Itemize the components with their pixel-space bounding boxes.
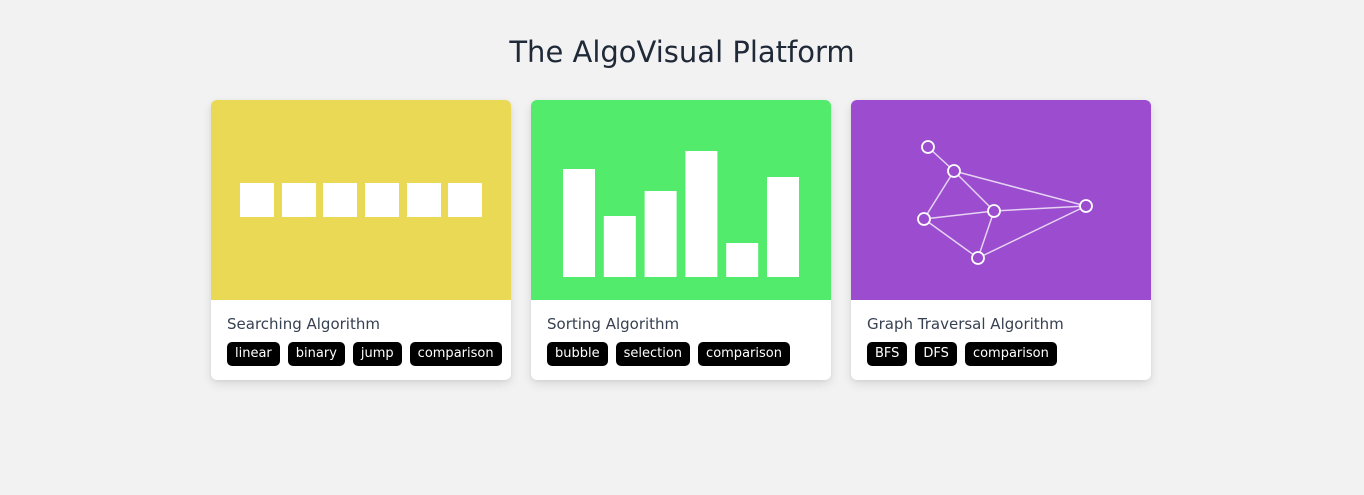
node-graph-graphic	[917, 140, 1093, 265]
graph-edge	[953, 170, 1087, 207]
array-box	[240, 183, 274, 217]
sort-bar	[644, 191, 677, 277]
card-title: Searching Algorithm	[227, 315, 380, 333]
tag-list: bubble selection comparison	[547, 342, 815, 366]
tag-linear[interactable]: linear	[227, 342, 280, 366]
algorithm-cards: Searching Algorithm linear binary jump c…	[211, 100, 1151, 380]
graph-node	[917, 212, 931, 226]
graph-edge	[923, 170, 955, 220]
tag-jump[interactable]: jump	[352, 342, 402, 366]
sort-bar	[685, 151, 718, 277]
sort-bar	[563, 169, 595, 277]
array-box	[365, 183, 399, 217]
page-title: The AlgoVisual Platform	[509, 35, 855, 69]
graph-edge	[923, 210, 995, 220]
card-sorting[interactable]: Sorting Algorithm bubble selection compa…	[531, 100, 831, 380]
card-searching[interactable]: Searching Algorithm linear binary jump c…	[211, 100, 511, 380]
array-box	[407, 183, 441, 217]
tag-comparison[interactable]: comparison	[964, 342, 1057, 366]
tag-selection[interactable]: selection	[615, 342, 691, 366]
card-graph-traversal[interactable]: Graph Traversal Algorithm BFS DFS compar…	[851, 100, 1151, 380]
sort-bar	[726, 243, 759, 277]
sort-bar	[767, 177, 799, 277]
bar-graph-graphic	[563, 151, 799, 277]
sorting-illustration	[531, 100, 831, 300]
graph-node	[947, 164, 961, 178]
tag-comparison[interactable]: comparison	[409, 342, 502, 366]
graph-node	[1079, 199, 1093, 213]
searching-illustration	[211, 100, 511, 300]
array-boxes-graphic	[240, 183, 482, 217]
graph-edge	[993, 205, 1087, 212]
tag-dfs[interactable]: DFS	[915, 342, 957, 366]
array-box	[282, 183, 316, 217]
graph-edge	[923, 218, 979, 259]
tag-bfs[interactable]: BFS	[867, 342, 908, 366]
tag-list: linear binary jump comparison	[227, 342, 502, 366]
tag-bubble[interactable]: bubble	[547, 342, 608, 366]
tag-list: BFS DFS comparison	[867, 342, 1135, 366]
card-title: Graph Traversal Algorithm	[867, 315, 1064, 333]
graph-node	[987, 204, 1001, 218]
tag-comparison[interactable]: comparison	[698, 342, 790, 366]
sort-bar	[603, 216, 636, 277]
graph-node	[971, 251, 985, 265]
array-box	[448, 183, 482, 217]
graph-node	[921, 140, 935, 154]
card-title: Sorting Algorithm	[547, 315, 680, 333]
tag-binary[interactable]: binary	[287, 342, 345, 366]
array-box	[323, 183, 357, 217]
graph-illustration	[851, 100, 1151, 300]
